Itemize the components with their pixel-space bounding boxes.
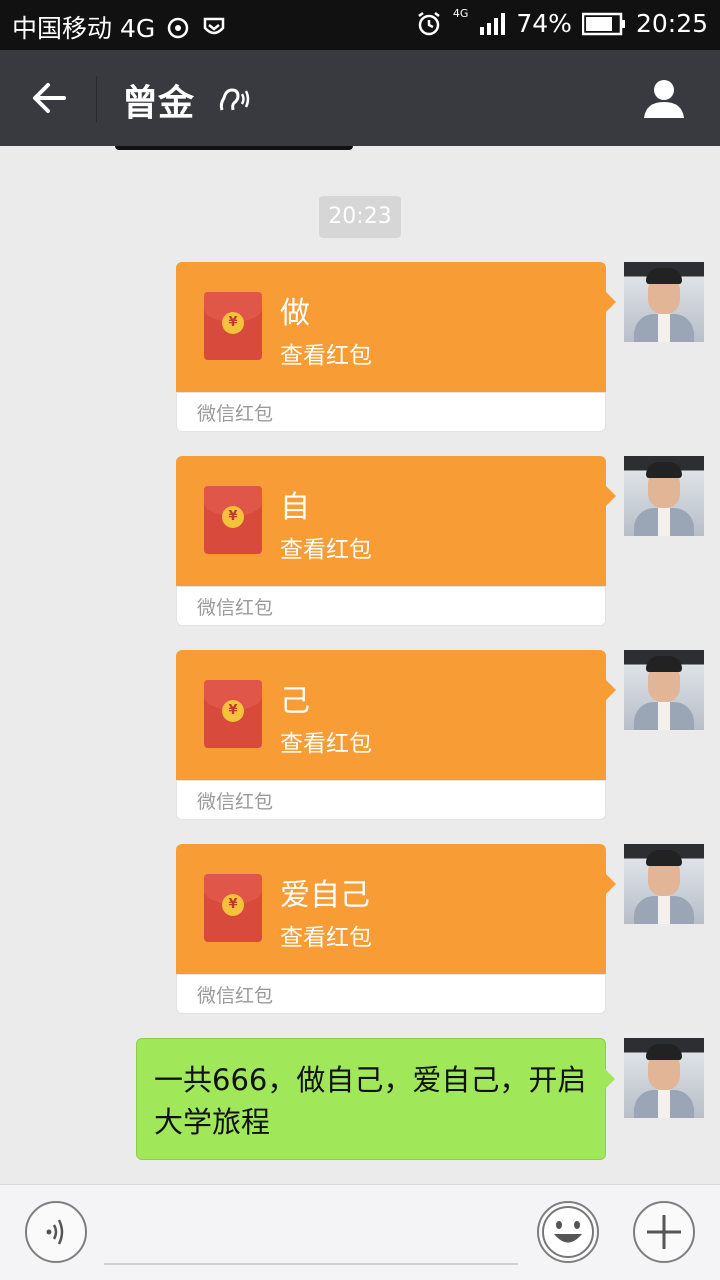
red-packet-greeting: 做: [280, 296, 310, 331]
text-input-field[interactable]: [104, 1263, 518, 1265]
network-type-small: 4G: [452, 7, 469, 20]
sent-text-message[interactable]: 一共666，做自己，爱自己，开启大学旅程: [136, 1038, 615, 1160]
message-text: 一共666，做自己，爱自己，开启大学旅程: [154, 1063, 587, 1139]
red-packet-greeting: 己: [280, 684, 310, 719]
battery-percent: 74%: [516, 9, 572, 38]
red-packet-greeting: 爱自己: [280, 878, 370, 913]
back-arrow-icon[interactable]: [28, 76, 72, 120]
message-input-bar: [0, 1184, 720, 1280]
clock: 20:25: [635, 9, 708, 38]
avatar[interactable]: [624, 262, 704, 342]
red-packet-message[interactable]: ¥ 自 查看红包 微信红包: [176, 456, 616, 626]
red-envelope-icon: ¥: [204, 680, 262, 748]
red-envelope-icon: ¥: [204, 486, 262, 554]
red-packet-label: 微信红包: [197, 791, 274, 813]
voice-input-icon: [46, 1219, 64, 1245]
weibo-notification-icon: [167, 17, 189, 39]
red-envelope-icon: ¥: [204, 292, 262, 360]
red-packet-message[interactable]: ¥ 爱自己 查看红包 微信红包: [176, 844, 616, 1014]
user-profile-icon[interactable]: [642, 76, 686, 120]
contact-name: 曾金: [122, 83, 195, 124]
red-packet-action: 查看红包: [280, 731, 372, 757]
title-divider: [96, 76, 97, 122]
red-packet-label: 微信红包: [197, 985, 274, 1007]
avatar[interactable]: [624, 1038, 704, 1118]
earpiece-mode-icon: [219, 88, 250, 111]
avatar[interactable]: [624, 456, 704, 536]
red-envelope-icon: ¥: [204, 874, 262, 942]
avatar[interactable]: [624, 844, 704, 924]
emoji-icon: [542, 1206, 594, 1258]
red-packet-label: 微信红包: [197, 403, 274, 425]
signal-strength-icon: [480, 12, 506, 35]
battery-icon: [581, 12, 625, 35]
red-packet-action: 查看红包: [280, 537, 372, 563]
chat-title-bar: 曾金: [0, 50, 720, 146]
red-packet-action: 查看红包: [280, 925, 372, 951]
red-packet-action: 查看红包: [280, 343, 372, 369]
alarm-icon: [418, 11, 440, 35]
notification-shield-icon: [203, 17, 225, 35]
carrier-label: 中国移动 4G: [12, 14, 156, 43]
message-timestamp: 20:23: [319, 196, 401, 238]
status-bar: 中国移动 4G 4G 74% 20:25: [0, 0, 720, 50]
red-packet-label: 微信红包: [197, 597, 274, 619]
avatar[interactable]: [624, 650, 704, 730]
emoji-button[interactable]: [537, 1201, 599, 1263]
red-packet-message[interactable]: ¥ 做 查看红包 微信红包: [176, 262, 616, 432]
red-packet-message[interactable]: ¥ 己 查看红包 微信红包: [176, 650, 616, 820]
plus-icon: [647, 1215, 681, 1249]
voice-input-button[interactable]: [25, 1201, 87, 1263]
previous-message-edge: [115, 146, 353, 150]
red-packet-greeting: 自: [280, 490, 310, 525]
more-options-button[interactable]: [633, 1201, 695, 1263]
